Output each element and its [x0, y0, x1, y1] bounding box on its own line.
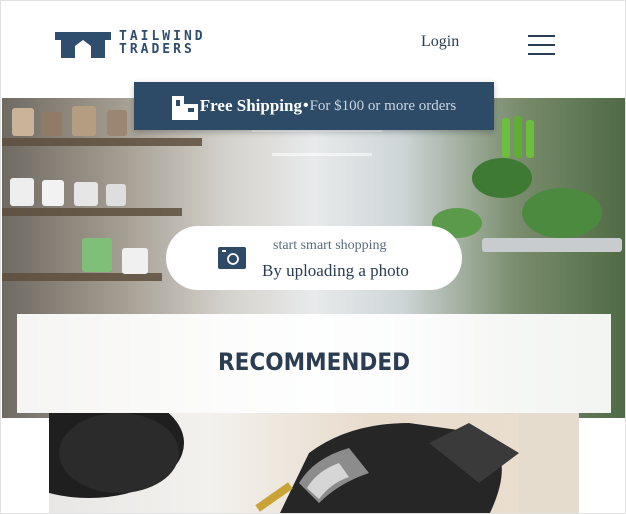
shipping-boxes-icon	[171, 96, 198, 120]
shipping-highlight: Free Shipping	[199, 96, 302, 115]
login-link[interactable]: Login	[421, 33, 459, 51]
product-image-drill[interactable]	[49, 413, 579, 513]
upload-photo-button[interactable]: start smart shopping By uploading a phot…	[166, 226, 462, 290]
recommended-heading: RECOMMENDED	[217, 348, 411, 376]
drill-illustration	[49, 413, 579, 513]
upload-title: By uploading a photo	[262, 261, 409, 280]
upload-subtitle: start smart shopping	[273, 238, 387, 253]
recommended-section: RECOMMENDED	[17, 314, 611, 413]
camera-icon	[218, 247, 246, 269]
shipping-separator: •	[302, 97, 309, 114]
page: TAILWIND TRADERS Login Free Shipping • F…	[0, 0, 626, 514]
shipping-detail: For $100 or more orders	[309, 97, 457, 114]
tailwind-traders-logo[interactable]: TAILWIND TRADERS	[55, 28, 206, 58]
logo-line-2: TRADERS	[119, 42, 195, 57]
logo-house-icon	[55, 32, 111, 58]
hamburger-menu-icon[interactable]	[528, 35, 555, 55]
free-shipping-banner: Free Shipping • For $100 or more orders	[134, 82, 494, 130]
logo-wordmark: TAILWIND TRADERS	[119, 30, 206, 56]
